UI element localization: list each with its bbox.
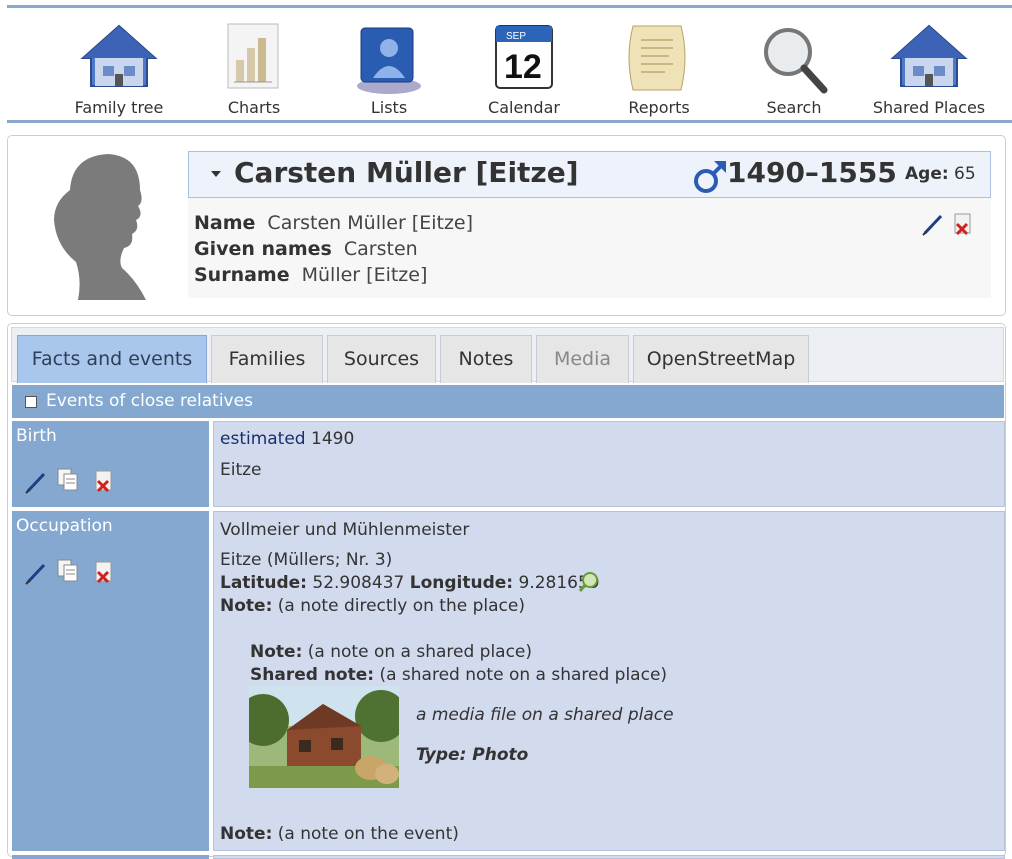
shared-note-label: Shared note: — [250, 665, 375, 685]
latitude-value: 52.908437 — [312, 573, 405, 593]
events-close-relatives-label[interactable]: Events of close relatives — [46, 391, 253, 411]
silhouette-image — [54, 154, 146, 300]
menu-charts[interactable]: Charts — [194, 16, 314, 121]
copy-icon[interactable] — [56, 558, 80, 582]
surname-label: Surname — [194, 264, 290, 286]
tab-sources[interactable]: Sources — [327, 335, 436, 383]
media-caption: a media file on a shared place — [416, 705, 674, 725]
calendar-icon: SEP 12 — [495, 25, 553, 89]
menu-reports[interactable]: Reports — [599, 16, 719, 121]
map-search-icon[interactable] — [578, 571, 600, 593]
age-value: 65 — [954, 164, 976, 184]
occupation-value: Vollmeier und Mühlenmeister — [220, 520, 470, 540]
shared-place-note: Note: (a note on a shared place) — [250, 642, 532, 662]
birth-label-cell: Birth — [12, 421, 209, 507]
menu-label: Reports — [628, 98, 690, 117]
surname-row: Surname Müller [Eitze] — [194, 264, 427, 286]
menu-label: Search — [766, 98, 822, 117]
birth-label: Birth — [16, 426, 57, 446]
tab-media[interactable]: Media — [536, 335, 629, 383]
top-menu: Family tree Charts Lists SEP 12 Calendar — [7, 5, 1012, 123]
event-note-text: (a note on the event) — [277, 824, 459, 844]
coordinates: Latitude: 52.908437 Longitude: 9.281659 — [220, 573, 600, 593]
life-dates: 1490–1555 — [727, 156, 897, 189]
edit-icon[interactable] — [921, 212, 945, 236]
chart-icon — [227, 23, 279, 89]
tab-strip: Facts and events Families Sources Notes … — [11, 327, 1004, 383]
delete-icon[interactable] — [92, 469, 116, 493]
next-event-details — [213, 855, 1005, 859]
occupation-place: Eitze (Müllers; Nr. 3) — [220, 550, 393, 570]
magnifier-icon — [764, 28, 828, 94]
menu-shared-places[interactable]: Shared Places — [869, 16, 989, 121]
person-name-bar[interactable]: Carsten Müller [Eitze] 1490–1555 Age: 65 — [188, 151, 991, 198]
delete-icon[interactable] — [92, 560, 116, 584]
occupation-label-cell: Occupation — [12, 511, 209, 851]
facts-panel: Facts and events Families Sources Notes … — [7, 323, 1006, 859]
copy-icon[interactable] — [56, 467, 80, 491]
person-title: Carsten Müller [Eitze] — [234, 156, 579, 189]
house-icon — [80, 24, 158, 87]
name-row: Name Carsten Müller [Eitze] — [194, 212, 473, 234]
latitude-label: Latitude: — [220, 573, 307, 593]
birth-date-value: 1490 — [311, 429, 355, 449]
menu-label: Charts — [227, 98, 281, 117]
scroll-icon — [628, 25, 686, 91]
delete-icon[interactable] — [951, 212, 975, 236]
collapse-arrow-icon[interactable] — [211, 171, 221, 177]
tab-facts-and-events[interactable]: Facts and events — [17, 335, 207, 383]
events-close-relatives-checkbox[interactable] — [25, 396, 37, 408]
event-note-label: Note: — [220, 824, 273, 844]
place-note: Note: (a note directly on the place) — [220, 596, 525, 616]
media-type: Type: Photo — [416, 745, 529, 765]
tab-families[interactable]: Families — [211, 335, 323, 383]
menu-family-tree[interactable]: Family tree — [59, 16, 179, 121]
shared-place-note-text: (a note on a shared place) — [307, 642, 533, 662]
lists-icon — [357, 27, 421, 94]
person-details: Name Carsten Müller [Eitze] Given names Ca… — [188, 198, 991, 298]
edit-icon[interactable] — [24, 470, 48, 494]
name-label: Name — [194, 212, 256, 234]
given-names-value: Carsten — [343, 238, 418, 260]
svg-text:12: 12 — [504, 48, 542, 86]
menu-label: Lists — [370, 98, 408, 117]
longitude-label: Longitude: — [409, 573, 514, 593]
svg-text:SEP: SEP — [506, 31, 526, 42]
given-names-label: Given names — [194, 238, 332, 260]
shared-place-note-label: Note: — [250, 642, 303, 662]
occupation-details: Vollmeier und Mühlenmeister Eitze (Mülle… — [213, 511, 1005, 851]
place-note-text: (a note directly on the place) — [277, 596, 525, 616]
barn-photo[interactable] — [249, 686, 399, 788]
birth-date-qualifier: estimated — [220, 429, 306, 449]
menu-label: Shared Places — [872, 98, 986, 117]
next-event-label-cell — [12, 855, 209, 859]
menu-search[interactable]: Search — [734, 16, 854, 121]
shared-note: Shared note: (a shared note on a shared … — [250, 665, 667, 685]
place-note-label: Note: — [220, 596, 273, 616]
event-note: Note: (a note on the event) — [220, 824, 459, 844]
shared-note-text: (a shared note on a shared place) — [379, 665, 668, 685]
given-names-row: Given names Carsten — [194, 238, 418, 260]
tab-openstreetmap[interactable]: OpenStreetMap — [633, 335, 809, 383]
tab-notes[interactable]: Notes — [440, 335, 532, 383]
person-header: Carsten Müller [Eitze] 1490–1555 Age: 65… — [7, 135, 1006, 316]
menu-label: Calendar — [488, 98, 560, 117]
age-label: Age: — [905, 164, 949, 184]
surname-value: Müller [Eitze] — [301, 264, 428, 286]
house-icon — [890, 24, 968, 87]
menu-lists[interactable]: Lists — [329, 16, 449, 121]
name-value: Carsten Müller [Eitze] — [267, 212, 474, 234]
birth-place: Eitze — [220, 460, 262, 480]
events-close-relatives-bar: Events of close relatives — [12, 385, 1004, 418]
male-icon — [694, 161, 726, 193]
edit-icon[interactable] — [24, 561, 48, 585]
occupation-label: Occupation — [16, 516, 113, 536]
birth-details: estimated 1490 Eitze — [213, 421, 1005, 507]
menu-calendar[interactable]: SEP 12 Calendar — [464, 16, 584, 121]
birth-date: estimated 1490 — [220, 429, 354, 449]
menu-label: Family tree — [74, 98, 164, 117]
